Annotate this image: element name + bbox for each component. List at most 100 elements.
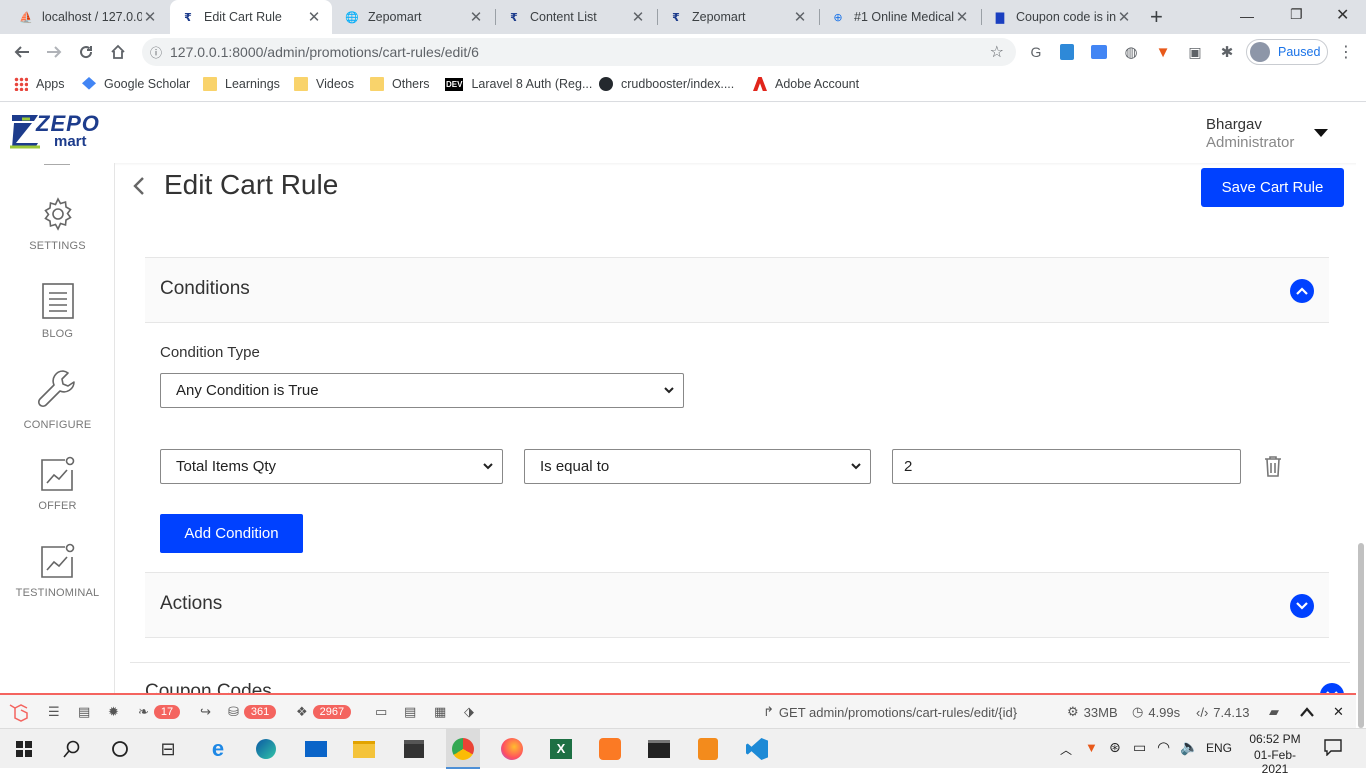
tray-brave-icon[interactable]: ▼ bbox=[1085, 740, 1098, 755]
xampp-icon[interactable] bbox=[598, 737, 622, 761]
search-icon[interactable] bbox=[60, 737, 84, 761]
queries-tab[interactable]: ⛁ 361 bbox=[228, 703, 277, 721]
brave-icon[interactable]: ▼ bbox=[1151, 40, 1175, 64]
file-explorer-icon[interactable] bbox=[352, 737, 376, 761]
reload-icon[interactable] bbox=[74, 40, 98, 64]
tab-coupon-code[interactable]: ▇ Coupon code is in ✕ bbox=[982, 0, 1142, 34]
chevron-down-icon[interactable] bbox=[1320, 683, 1344, 693]
coupon-codes-panel-header[interactable]: Coupon Codes bbox=[130, 662, 1350, 693]
notifications-icon[interactable] bbox=[1324, 738, 1342, 761]
bookmark-laravel-auth[interactable]: DEV Laravel 8 Auth (Reg... bbox=[445, 77, 592, 91]
extension-tablet-icon[interactable] bbox=[1055, 40, 1079, 64]
language-indicator[interactable]: ENG bbox=[1206, 741, 1232, 755]
add-condition-button[interactable]: Add Condition bbox=[160, 514, 303, 553]
extension-circle-icon[interactable]: ◍ bbox=[1119, 40, 1143, 64]
page-scrollbar[interactable] bbox=[1356, 163, 1366, 728]
new-tab-button[interactable]: + bbox=[1150, 0, 1180, 34]
actions-panel-header[interactable]: Actions bbox=[145, 572, 1329, 638]
back-chevron-icon[interactable] bbox=[132, 175, 152, 197]
extension-window-icon[interactable]: ▣ bbox=[1183, 40, 1207, 64]
close-tab-icon[interactable]: ✕ bbox=[792, 8, 808, 26]
tray-bluetooth-icon[interactable]: ⊛ bbox=[1109, 739, 1121, 756]
bookmark-adobe[interactable]: Adobe Account bbox=[753, 77, 859, 91]
back-icon[interactable] bbox=[10, 40, 34, 64]
trash-icon[interactable] bbox=[1264, 455, 1282, 477]
bookmark-videos[interactable]: Videos bbox=[294, 77, 354, 91]
gate-tab-icon[interactable]: ▤ bbox=[404, 703, 416, 721]
sidebar-item-testinominal[interactable]: TESTINOMINAL bbox=[0, 543, 115, 599]
close-tab-icon[interactable]: ✕ bbox=[142, 8, 158, 26]
translate-icon[interactable] bbox=[1087, 40, 1111, 64]
tab-content-list[interactable]: ₹ Content List ✕ bbox=[496, 0, 656, 34]
sidebar-item-blog[interactable]: BLOG bbox=[0, 282, 115, 340]
close-tab-icon[interactable]: ✕ bbox=[954, 8, 970, 26]
window-close-icon[interactable]: ✕ bbox=[1336, 5, 1349, 25]
chevron-up-icon[interactable] bbox=[1300, 703, 1314, 721]
edge-icon[interactable] bbox=[254, 737, 278, 761]
chrome-icon[interactable] bbox=[451, 737, 475, 761]
bookmark-learnings[interactable]: Learnings bbox=[203, 77, 280, 91]
request-tab-icon[interactable]: ⬗ bbox=[464, 703, 474, 721]
exceptions-tab-icon[interactable]: ✹ bbox=[108, 703, 119, 721]
scrollbar-thumb[interactable] bbox=[1358, 543, 1364, 728]
address-bar[interactable]: ⓘ 127.0.0.1:8000/admin/promotions/cart-r… bbox=[142, 38, 1016, 66]
condition-attribute-select[interactable]: Total Items Qty bbox=[160, 449, 503, 484]
user-dropdown-caret-icon[interactable] bbox=[1314, 129, 1328, 137]
vscode-icon[interactable] bbox=[745, 737, 769, 761]
views-tab[interactable]: ❧ 17 bbox=[138, 703, 181, 721]
models-tab[interactable]: ❖ 2967 bbox=[296, 703, 352, 721]
route-tab-icon[interactable]: ↪ bbox=[200, 703, 211, 721]
excel-icon[interactable]: X bbox=[549, 737, 573, 761]
sublime-text-icon[interactable] bbox=[696, 737, 720, 761]
menu-kebab-icon[interactable]: ⋮ bbox=[1334, 40, 1358, 64]
sidebar-item-settings[interactable]: SETTINGS bbox=[0, 196, 115, 252]
debugbar-close-icon[interactable]: ✕ bbox=[1333, 703, 1344, 721]
save-cart-rule-button[interactable]: Save Cart Rule bbox=[1201, 168, 1344, 207]
bookmark-crudbooster[interactable]: crudbooster/index.... bbox=[599, 77, 734, 91]
laravel-logo-icon[interactable] bbox=[8, 703, 30, 722]
bookmark-google-scholar[interactable]: Google Scholar bbox=[82, 77, 190, 91]
volume-icon[interactable]: 🔈 bbox=[1180, 738, 1199, 756]
close-tab-icon[interactable]: ✕ bbox=[1116, 8, 1132, 26]
chevron-down-icon[interactable] bbox=[1290, 594, 1314, 618]
home-icon[interactable] bbox=[106, 40, 130, 64]
condition-type-select[interactable]: Any Condition is True bbox=[160, 373, 684, 408]
chevron-up-icon[interactable] bbox=[1290, 279, 1314, 303]
clock[interactable]: 06:52 PM 01-Feb-2021 bbox=[1242, 732, 1308, 776]
close-tab-icon[interactable]: ✕ bbox=[306, 8, 322, 26]
conditions-panel-header[interactable]: Conditions bbox=[145, 257, 1329, 323]
sidebar-item-configure[interactable]: CONFIGURE bbox=[0, 367, 115, 431]
profile-button[interactable]: Paused bbox=[1246, 39, 1328, 65]
cortana-icon[interactable] bbox=[108, 737, 132, 761]
tab-online-medical[interactable]: ⊕ #1 Online Medical ✕ bbox=[820, 0, 980, 34]
bookmark-apps[interactable]: Apps bbox=[14, 77, 65, 91]
tray-chevron-up-icon[interactable]: ︿ bbox=[1060, 741, 1072, 758]
messages-tab-icon[interactable]: ☰ bbox=[48, 703, 60, 721]
tab-phpmyadmin[interactable]: ⛵ localhost / 127.0.0. ✕ bbox=[8, 0, 168, 34]
zepomart-logo[interactable]: ZEPO mart bbox=[8, 109, 112, 153]
bookmark-others[interactable]: Others bbox=[370, 77, 430, 91]
tab-edit-cart-rule[interactable]: ₹ Edit Cart Rule ✕ bbox=[170, 0, 332, 34]
session-tab-icon[interactable]: ▦ bbox=[434, 703, 446, 721]
forward-icon[interactable] bbox=[42, 40, 66, 64]
maximize-icon[interactable]: ❐ bbox=[1290, 6, 1303, 23]
minimize-icon[interactable]: — bbox=[1240, 8, 1254, 24]
wifi-icon[interactable]: ◠ bbox=[1157, 738, 1170, 756]
bookmark-star-icon[interactable]: ☆ bbox=[990, 42, 1004, 62]
terminal-icon[interactable] bbox=[647, 737, 671, 761]
tab-zepomart-2[interactable]: ₹ Zepomart ✕ bbox=[658, 0, 818, 34]
open-folder-icon[interactable]: ▰ bbox=[1269, 703, 1279, 721]
close-tab-icon[interactable]: ✕ bbox=[630, 8, 646, 26]
task-view-icon[interactable]: ⊟ bbox=[156, 737, 180, 761]
mail-icon[interactable] bbox=[304, 737, 328, 761]
tab-zepomart[interactable]: 🌐 Zepomart ✕ bbox=[334, 0, 494, 34]
user-menu[interactable]: Bhargav Administrator bbox=[1206, 116, 1294, 151]
extensions-puzzle-icon[interactable]: ✱ bbox=[1215, 40, 1239, 64]
site-info-icon[interactable]: ⓘ bbox=[142, 44, 170, 61]
store-icon[interactable] bbox=[402, 737, 426, 761]
condition-operator-select[interactable]: Is equal to bbox=[524, 449, 871, 484]
mail-tab-icon[interactable]: ▭ bbox=[375, 703, 387, 721]
close-tab-icon[interactable]: ✕ bbox=[468, 8, 484, 26]
timeline-tab-icon[interactable]: ▤ bbox=[78, 703, 90, 721]
sidebar-item-offer[interactable]: OFFER bbox=[0, 456, 115, 512]
